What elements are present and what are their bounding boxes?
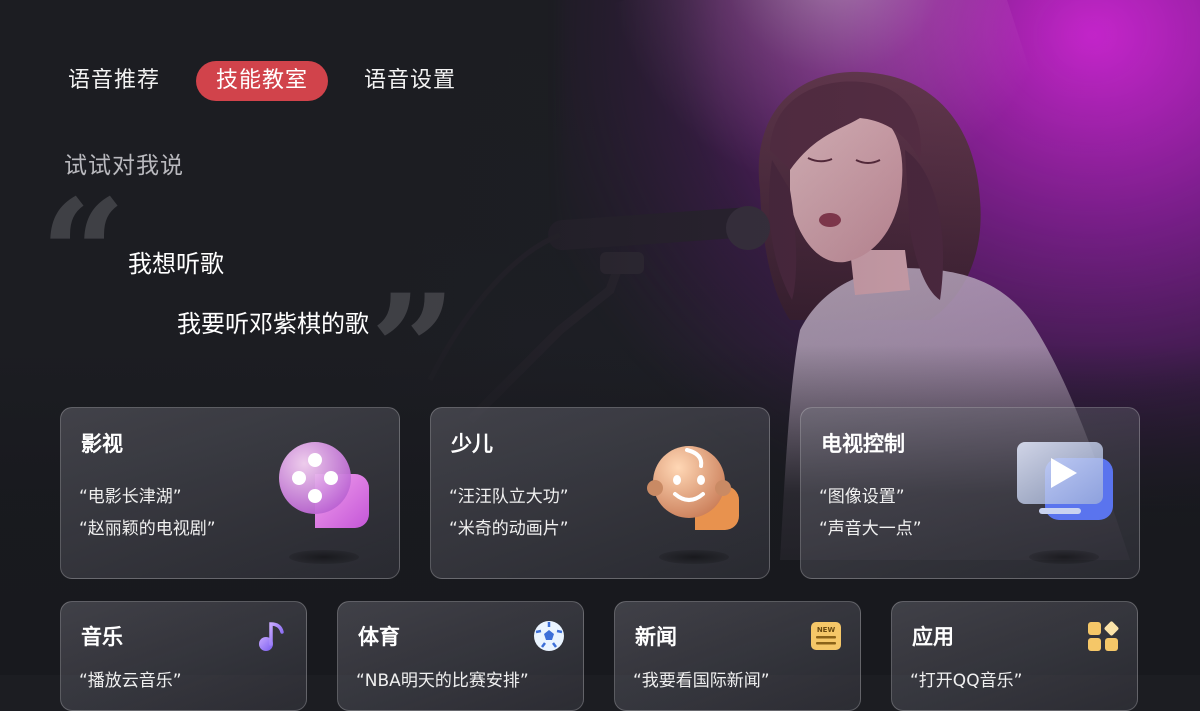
open-quote-icon: “ xyxy=(40,167,127,343)
card-example: “米奇的动画片” xyxy=(449,519,569,539)
card-example: “我要看国际新闻” xyxy=(633,671,770,691)
news-icon: NEW xyxy=(811,622,841,650)
card-example: “汪汪队立大功” xyxy=(449,487,569,507)
card-example: “声音大一点” xyxy=(819,519,922,539)
card-title: 电视控制 xyxy=(821,432,905,456)
tab-voice-settings[interactable]: 语音设置 xyxy=(344,61,476,101)
card-apps[interactable]: 应用 “打开QQ音乐” xyxy=(891,601,1138,711)
card-music[interactable]: 音乐 “播放云音乐” xyxy=(60,601,307,711)
card-title: 体育 xyxy=(358,625,400,649)
soccer-ball-icon xyxy=(534,621,564,651)
child-face-icon xyxy=(647,446,739,530)
card-kids[interactable]: 少儿 “汪汪队立大功” “米奇的动画片” xyxy=(430,407,770,579)
tab-bar: 语音推荐 技能教室 语音设置 xyxy=(48,61,492,101)
tab-voice-recommend[interactable]: 语音推荐 xyxy=(48,61,180,101)
news-badge: NEW xyxy=(817,626,836,634)
card-movies[interactable]: 影视 “电影长津湖” “赵丽颖的电视剧” xyxy=(60,407,400,579)
card-title: 音乐 xyxy=(81,625,123,649)
card-example: “NBA明天的比赛安排” xyxy=(356,671,529,691)
card-title: 少儿 xyxy=(451,432,493,456)
card-title: 影视 xyxy=(81,432,123,456)
apps-grid-icon xyxy=(1088,621,1119,651)
music-note-icon xyxy=(259,622,284,651)
icon-shadow xyxy=(289,550,359,564)
card-sports[interactable]: 体育 “NBA明天的比赛安排” xyxy=(337,601,584,711)
card-title: 应用 xyxy=(912,625,954,649)
card-example: “电影长津湖” xyxy=(79,487,182,507)
icon-shadow xyxy=(659,550,729,564)
icon-shadow xyxy=(1029,550,1099,564)
example-phrase-1: 我想听歌 xyxy=(128,250,224,278)
card-title: 新闻 xyxy=(635,625,677,649)
card-example: “播放云音乐” xyxy=(79,671,182,691)
card-news[interactable]: 新闻 “我要看国际新闻” NEW xyxy=(614,601,861,711)
tab-skill-classroom[interactable]: 技能教室 xyxy=(196,61,329,101)
close-quote-icon: ” xyxy=(370,262,457,438)
card-example: “打开QQ音乐” xyxy=(910,671,1023,691)
card-tv-control[interactable]: 电视控制 “图像设置” “声音大一点” xyxy=(800,407,1140,579)
film-reel-icon xyxy=(279,442,369,528)
card-example: “赵丽颖的电视剧” xyxy=(79,519,216,539)
example-phrase-2: 我要听邓紫棋的歌 xyxy=(177,310,369,338)
card-example: “图像设置” xyxy=(819,487,905,507)
tv-play-icon xyxy=(1017,442,1113,520)
